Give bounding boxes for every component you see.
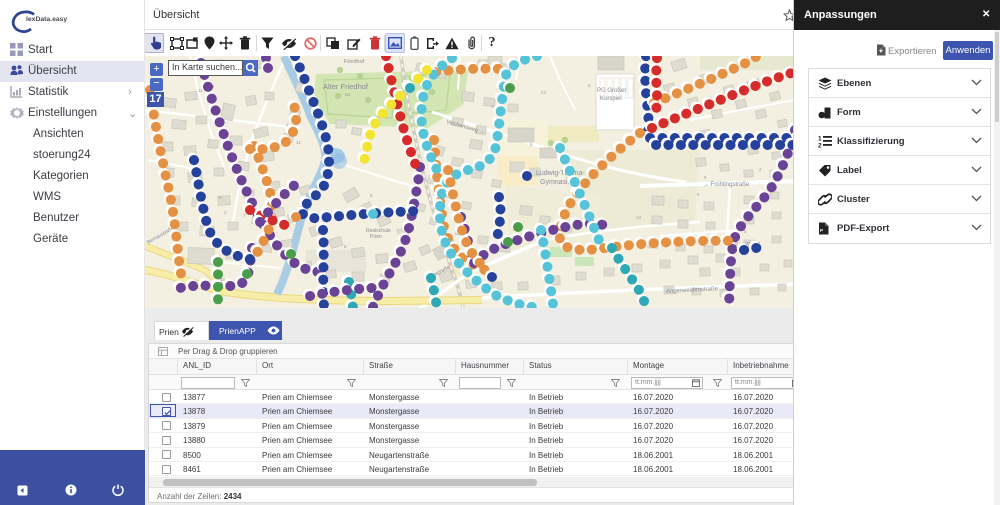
svg-text:11: 11 <box>296 140 301 145</box>
svg-text:PG Großer: PG Großer <box>597 88 626 94</box>
svg-text:Prien: Prien <box>370 234 382 240</box>
svg-text:11: 11 <box>198 88 203 93</box>
svg-text:2: 2 <box>818 143 822 149</box>
svg-text:lexData.easy: lexData.easy <box>26 16 67 23</box>
svg-text:23: 23 <box>541 90 547 95</box>
svg-text:Ludwig-Thoma-: Ludwig-Thoma- <box>536 170 585 177</box>
svg-text:→ Frühlingstraße: → Frühlingstraße <box>703 182 750 188</box>
svg-text:1: 1 <box>818 136 822 143</box>
svg-text:5a: 5a <box>345 92 351 97</box>
svg-text:Friedhof: Friedhof <box>344 59 365 65</box>
svg-text:P: P <box>820 228 823 233</box>
svg-text:14: 14 <box>636 215 642 220</box>
svg-text:Kurspiel: Kurspiel <box>600 96 622 102</box>
svg-text:Alter Friedhof: Alter Friedhof <box>323 82 369 91</box>
